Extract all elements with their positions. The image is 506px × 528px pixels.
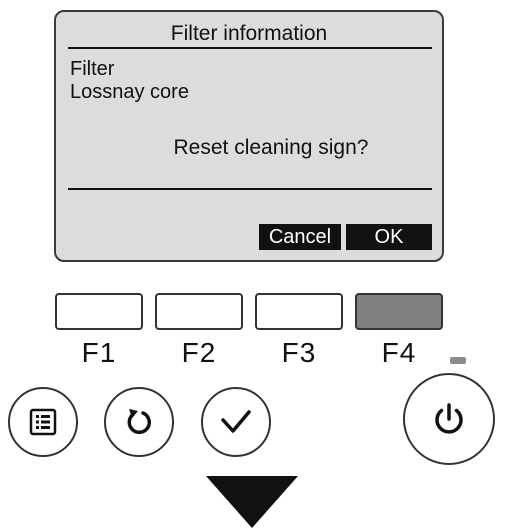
screen-title: Filter information [170, 22, 328, 45]
f1-button[interactable] [55, 293, 143, 330]
item-filter: Filter [70, 58, 115, 80]
item-lossnay-core: Lossnay core [70, 81, 189, 103]
f1-label: F1 [81, 337, 117, 368]
cancel-softkey: Cancel [259, 224, 341, 250]
menu-button[interactable] [8, 387, 78, 457]
f4-button[interactable] [355, 293, 443, 330]
confirm-button[interactable] [201, 387, 271, 457]
title-divider [68, 47, 432, 49]
f2-button[interactable] [155, 293, 243, 330]
bottom-divider [68, 188, 432, 190]
f3-label: F3 [281, 337, 317, 368]
power-icon [435, 403, 463, 434]
check-icon [221, 410, 251, 433]
lcd-screen: Filter information Filter Lossnay core R… [54, 10, 444, 262]
down-arrow-icon [206, 476, 298, 528]
operation-indicator-lamp [450, 357, 466, 364]
menu-icon [29, 408, 57, 436]
ok-softkey: OK [346, 224, 432, 250]
reset-prompt: Reset cleaning sign? [173, 136, 369, 159]
return-button[interactable] [104, 387, 174, 457]
f2-label: F2 [181, 337, 217, 368]
f4-label: F4 [381, 337, 417, 368]
power-button[interactable] [403, 373, 495, 465]
f3-button[interactable] [255, 293, 343, 330]
return-icon [127, 409, 151, 434]
